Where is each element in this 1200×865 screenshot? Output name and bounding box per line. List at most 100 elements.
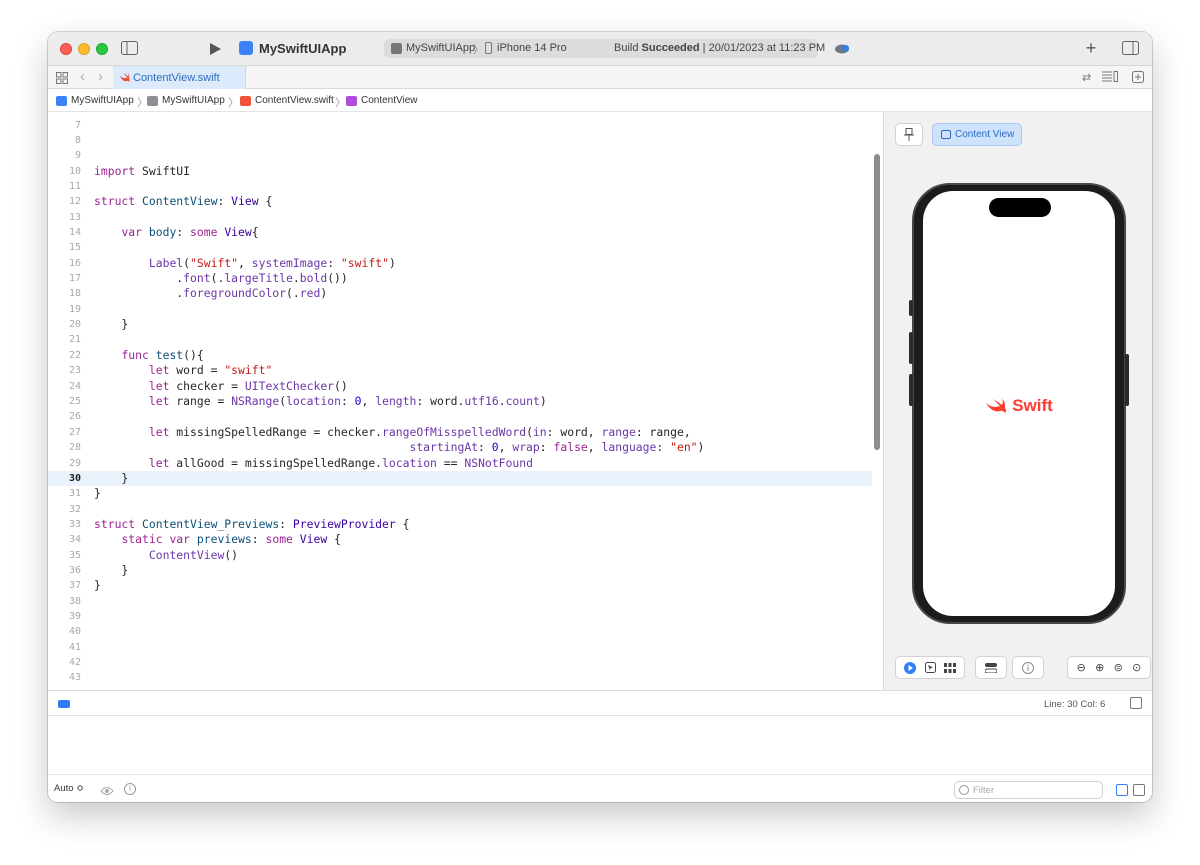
line-number[interactable]: 43 xyxy=(48,670,81,685)
editor-scrollbar[interactable] xyxy=(874,154,880,450)
code-line[interactable]: } xyxy=(94,471,128,486)
show-variables-icon[interactable] xyxy=(1116,784,1128,796)
line-number[interactable]: 12 xyxy=(48,194,81,209)
tab-contentview[interactable]: ContentView.swift xyxy=(113,66,246,89)
zoom-window-button[interactable] xyxy=(96,43,108,55)
line-number[interactable]: 14 xyxy=(48,225,81,240)
line-number[interactable]: 9 xyxy=(48,148,81,163)
code-line[interactable]: } xyxy=(94,486,101,501)
line-number[interactable]: 10 xyxy=(48,164,81,179)
show-console-icon[interactable] xyxy=(1133,784,1145,796)
line-number[interactable]: 32 xyxy=(48,502,81,517)
breadcrumb-symbol[interactable]: ContentView xyxy=(346,95,418,106)
breadcrumb-folder[interactable]: MySwiftUIApp xyxy=(147,95,225,106)
grid-icon[interactable] xyxy=(55,71,68,84)
line-number[interactable]: 16 xyxy=(48,256,81,271)
line-number[interactable]: 31 xyxy=(48,486,81,501)
info-icon[interactable]: i xyxy=(124,783,136,795)
zoom-100-icon[interactable]: ⊜ xyxy=(1111,660,1126,675)
scheme-target-label[interactable]: MySwiftUIApp xyxy=(406,42,475,54)
code-line[interactable]: var body: some View{ xyxy=(94,225,258,240)
add-editor-icon[interactable] xyxy=(1132,71,1144,86)
code-line[interactable]: let word = "swift" xyxy=(94,363,272,378)
back-icon[interactable]: ‹ xyxy=(80,68,85,85)
line-number[interactable]: 30 xyxy=(48,471,81,486)
line-number[interactable]: 37 xyxy=(48,578,81,593)
device-label[interactable]: iPhone 14 Pro xyxy=(497,42,567,54)
line-number[interactable]: 21 xyxy=(48,332,81,347)
eye-icon[interactable] xyxy=(100,783,114,795)
source-editor[interactable]: 7 8 9 10 11 12 13 14 15 16 17 18 19 20 21 22 23 24 25 26 27 2… xyxy=(48,112,883,690)
code-line[interactable]: ContentView() xyxy=(94,548,238,563)
code-line[interactable]: Label("Swift", systemImage: "swift") xyxy=(94,256,396,271)
line-number[interactable]: 7 xyxy=(48,118,81,133)
line-number[interactable]: 13 xyxy=(48,210,81,225)
line-number[interactable]: 29 xyxy=(48,456,81,471)
preview-variant-button[interactable]: Content View xyxy=(932,123,1022,146)
line-number[interactable]: 39 xyxy=(48,609,81,624)
line-number[interactable]: 18 xyxy=(48,286,81,301)
live-preview-icon[interactable] xyxy=(903,660,918,675)
line-number[interactable]: 27 xyxy=(48,425,81,440)
line-number[interactable]: 22 xyxy=(48,348,81,363)
code-line[interactable]: let range = NSRange(location: 0, length:… xyxy=(94,394,547,409)
line-number[interactable]: 8 xyxy=(48,133,81,148)
line-number[interactable]: 33 xyxy=(48,517,81,532)
line-number[interactable]: 25 xyxy=(48,394,81,409)
line-number[interactable]: 19 xyxy=(48,302,81,317)
code-line[interactable]: struct ContentView: View { xyxy=(94,194,272,209)
code-line[interactable]: } xyxy=(94,563,128,578)
line-number[interactable]: 11 xyxy=(48,179,81,194)
swap-icon[interactable]: ⇄ xyxy=(1082,71,1091,84)
line-number[interactable]: 42 xyxy=(48,655,81,670)
line-number[interactable]: 41 xyxy=(48,640,81,655)
forward-icon[interactable]: › xyxy=(98,68,103,85)
run-button[interactable] xyxy=(206,40,224,58)
variants-grid-icon[interactable] xyxy=(943,660,958,675)
cloud-icon[interactable] xyxy=(833,41,851,55)
inspector-toggle-icon[interactable] xyxy=(1122,41,1139,55)
zoom-in-icon[interactable]: ⊕ xyxy=(1092,660,1107,675)
breadcrumb-file[interactable]: ContentView.swift xyxy=(240,95,334,106)
code-line[interactable]: struct ContentView_Previews: PreviewProv… xyxy=(94,517,409,532)
preview-info-button[interactable] xyxy=(1012,656,1044,679)
code-line[interactable]: startingAt: 0, wrap: false, language: "e… xyxy=(94,440,704,455)
line-number[interactable]: 40 xyxy=(48,624,81,639)
line-number[interactable]: 36 xyxy=(48,563,81,578)
line-number[interactable]: 20 xyxy=(48,317,81,332)
code-line[interactable]: let allGood = missingSpelledRange.locati… xyxy=(94,456,533,471)
zoom-out-icon[interactable]: ⊖ xyxy=(1074,660,1089,675)
add-icon[interactable]: + xyxy=(1082,38,1100,58)
console-toggle-icon[interactable] xyxy=(1130,697,1142,709)
line-number[interactable]: 15 xyxy=(48,240,81,255)
code-line[interactable]: import SwiftUI xyxy=(94,164,190,179)
code-line[interactable]: func test(){ xyxy=(94,348,203,363)
scheme-selector[interactable]: MySwiftUIApp 〉 iPhone 14 Pro Build Succe… xyxy=(384,39,825,58)
code-line[interactable]: } xyxy=(94,317,128,332)
code-line[interactable]: static var previews: some View { xyxy=(94,532,341,547)
code-line[interactable]: let missingSpelledRange = checker.rangeO… xyxy=(94,425,691,440)
close-window-button[interactable] xyxy=(60,43,72,55)
code-line[interactable]: .foregroundColor(.red) xyxy=(94,286,327,301)
console-filter-input[interactable]: Filter xyxy=(954,781,1103,799)
line-number[interactable]: 23 xyxy=(48,363,81,378)
line-number[interactable]: 34 xyxy=(48,532,81,547)
line-number[interactable]: 28 xyxy=(48,440,81,455)
navigator-toggle-icon[interactable] xyxy=(121,41,138,55)
line-number[interactable]: 17 xyxy=(48,271,81,286)
breadcrumb-project[interactable]: MySwiftUIApp xyxy=(56,95,134,106)
code-line[interactable]: } xyxy=(94,578,101,593)
line-number[interactable]: 26 xyxy=(48,409,81,424)
line-number[interactable]: 24 xyxy=(48,379,81,394)
line-number[interactable]: 35 xyxy=(48,548,81,563)
variables-scope-select[interactable]: Auto ≎ xyxy=(54,783,84,794)
device-settings-button[interactable] xyxy=(975,656,1007,679)
pin-button[interactable] xyxy=(895,123,923,146)
debug-console-area[interactable] xyxy=(48,716,1152,774)
code-line[interactable]: .font(.largeTitle.bold()) xyxy=(94,271,347,286)
debug-area-toggle-icon[interactable] xyxy=(58,700,70,708)
selectable-mode-icon[interactable] xyxy=(923,660,938,675)
editor-options-icon[interactable] xyxy=(1102,71,1118,85)
minimize-window-button[interactable] xyxy=(78,43,90,55)
zoom-fit-icon[interactable]: ⊙ xyxy=(1129,660,1144,675)
